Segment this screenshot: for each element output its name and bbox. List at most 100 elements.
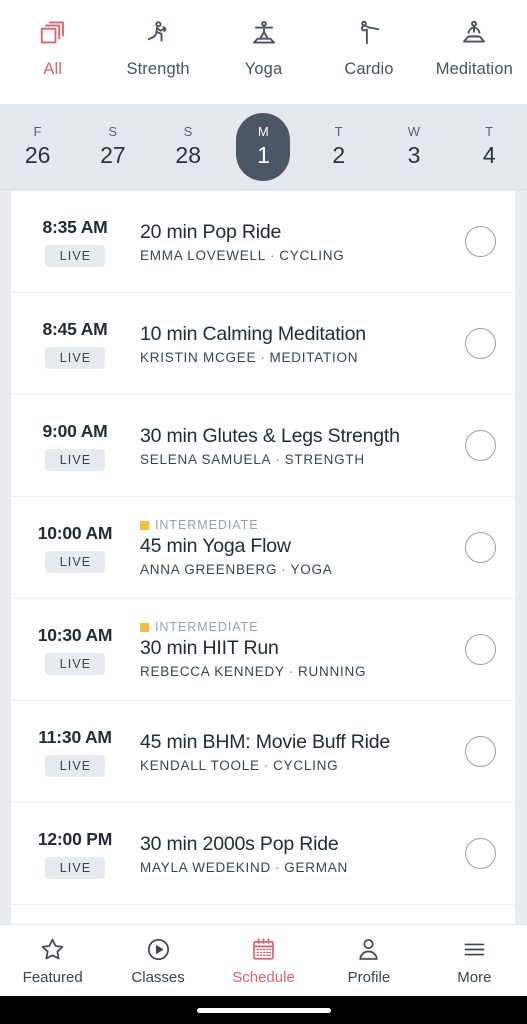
- date-item-27[interactable]: S 27: [75, 113, 150, 181]
- class-time-column: 12:00 PM LIVE: [25, 829, 125, 879]
- date-pill: T4: [462, 113, 516, 181]
- meta-separator: ·: [275, 859, 281, 875]
- class-instructor: ANNA GREENBERG: [140, 562, 278, 577]
- class-select-circle[interactable]: [464, 430, 496, 461]
- tab-label: Featured: [22, 968, 83, 986]
- class-select-circle[interactable]: [464, 328, 496, 359]
- category-strength[interactable]: Strength: [105, 13, 210, 79]
- date-weekday: T: [334, 124, 343, 139]
- live-badge: LIVE: [44, 652, 106, 675]
- class-discipline: MEDITATION: [269, 349, 359, 365]
- class-info: 45 min BHM: Movie Buff Ride KENDALL TOOLE…: [125, 731, 445, 773]
- class-title: 30 min 2000s Pop Ride: [140, 832, 339, 855]
- date-item-28[interactable]: S 28: [151, 113, 226, 181]
- difficulty-label: INTERMEDIATE: [155, 518, 259, 532]
- bottom-tab-bar: Featured Classes Schedule Profile More: [0, 924, 527, 996]
- class-discipline: CYCLING: [279, 247, 345, 263]
- class-info: 20 min Pop Ride EMMA LOVEWELL · CYCLING: [125, 221, 445, 263]
- class-info: INTERMEDIATE 45 min Yoga Flow ANNA GREENBE…: [125, 518, 445, 577]
- date-weekday: F: [33, 124, 42, 139]
- star-icon: [39, 936, 66, 964]
- date-number: 3: [407, 142, 421, 168]
- class-time: 8:35 AM: [42, 216, 108, 237]
- class-time-column: 10:00 AM LIVE: [25, 523, 125, 573]
- hamburger-icon: [461, 936, 488, 964]
- date-number: 27: [100, 142, 126, 168]
- home-indicator-area: [0, 996, 527, 1024]
- tab-featured[interactable]: Featured: [0, 936, 105, 986]
- class-list: 8:35 AM LIVE 20 min Pop Ride EMMA LOVEWELL ·…: [11, 190, 515, 924]
- class-time-column: 8:45 AM LIVE: [25, 319, 125, 369]
- class-info: 30 min 2000s Pop Ride MAYLA WEDEKIND · GERM…: [125, 833, 445, 875]
- class-select-circle[interactable]: [464, 736, 496, 767]
- meta-separator: ·: [263, 757, 270, 773]
- tab-label: Profile: [347, 968, 391, 986]
- difficulty-dot-icon: [140, 520, 149, 530]
- class-action-column: [445, 736, 515, 767]
- class-select-circle[interactable]: [464, 634, 496, 665]
- class-action-column: [445, 838, 515, 869]
- class-row[interactable]: 10:00 AM LIVE INTERMEDIATE 45 min Yoga Flow…: [11, 497, 515, 599]
- date-item-26[interactable]: F 26: [0, 113, 75, 181]
- category-label: Yoga: [244, 60, 283, 78]
- class-select-circle[interactable]: [464, 838, 496, 869]
- meta-separator: ·: [270, 247, 276, 263]
- tab-classes[interactable]: Classes: [105, 936, 210, 986]
- date-item-4[interactable]: T4: [452, 113, 527, 181]
- class-action-column: [445, 328, 515, 359]
- category-all[interactable]: All: [0, 13, 105, 79]
- category-cardio[interactable]: Cardio: [316, 13, 421, 79]
- yoga-warrior-icon: [249, 13, 279, 53]
- date-number: 28: [175, 142, 201, 168]
- calendar-icon: [250, 936, 277, 964]
- class-meta: REBECCA KENNEDY · RUNNING: [140, 664, 445, 679]
- home-indicator: [196, 1007, 331, 1013]
- difficulty-badge: INTERMEDIATE: [140, 518, 445, 532]
- category-yoga[interactable]: Yoga: [211, 13, 316, 79]
- class-time-column: 11:30 AM LIVE: [25, 727, 125, 777]
- class-discipline: CYCLING: [273, 757, 339, 773]
- tab-schedule[interactable]: Schedule: [211, 936, 316, 986]
- category-label: Meditation: [435, 60, 513, 78]
- class-instructor: MAYLA WEDEKIND: [140, 859, 272, 875]
- difficulty-dot-icon: [140, 622, 149, 632]
- date-item-1[interactable]: M1: [226, 112, 301, 181]
- class-row[interactable]: 9:00 AM LIVE 30 min Glutes & Legs Strength…: [11, 395, 515, 497]
- class-instructor: KENDALL TOOLE: [140, 757, 260, 773]
- class-row[interactable]: 8:45 AM LIVE 10 min Calming Meditation KRIS…: [11, 293, 515, 395]
- date-weekday: S: [108, 124, 118, 139]
- live-badge: LIVE: [44, 448, 106, 471]
- category-label: Cardio: [344, 60, 394, 78]
- class-meta: KRISTIN MCGEE · MEDITATION: [140, 350, 445, 365]
- class-discipline: STRENGTH: [284, 451, 365, 467]
- class-row[interactable]: 11:30 AM LIVE 45 min BHM: Movie Buff Ride K…: [11, 701, 515, 803]
- date-number: 1: [257, 142, 270, 168]
- class-row[interactable]: 8:35 AM LIVE 20 min Pop Ride EMMA LOVEWELL ·…: [11, 191, 515, 293]
- date-pill: S 28: [161, 113, 215, 181]
- person-icon: [355, 936, 382, 964]
- class-row[interactable]: 10:30 AM LIVE INTERMEDIATE 30 min HIIT Run R…: [11, 599, 515, 701]
- meta-separator: ·: [260, 349, 266, 365]
- date-selector-strip[interactable]: F 26 S 27 S 28 M 1 T 2 W 3 T 4: [0, 104, 527, 190]
- date-pill: T2: [312, 113, 366, 181]
- category-meditation[interactable]: Meditation: [422, 13, 527, 79]
- class-title: 45 min BHM: Movie Buff Ride: [140, 730, 391, 753]
- difficulty-badge: INTERMEDIATE: [140, 620, 445, 634]
- live-badge: LIVE: [44, 754, 106, 777]
- live-badge: LIVE: [44, 346, 106, 369]
- date-item-3[interactable]: W3: [376, 113, 451, 181]
- category-label: All: [43, 60, 63, 78]
- class-title: 30 min Glutes & Legs Strength: [140, 424, 400, 447]
- date-item-2[interactable]: T2: [301, 113, 376, 181]
- tab-profile[interactable]: Profile: [316, 936, 421, 986]
- class-select-circle[interactable]: [464, 226, 496, 257]
- class-row[interactable]: 12:00 PM LIVE 30 min 2000s Pop Ride MAYLA W…: [11, 803, 515, 905]
- class-title: 20 min Pop Ride: [140, 220, 282, 243]
- class-select-circle[interactable]: [464, 532, 496, 563]
- class-info: 30 min Glutes & Legs Strength SELENA SAMU…: [125, 425, 445, 467]
- class-instructor: SELENA SAMUELA: [140, 451, 272, 467]
- cardio-kick-icon: [354, 13, 384, 53]
- meta-separator: ·: [275, 451, 281, 467]
- class-title: 45 min Yoga Flow: [140, 535, 291, 557]
- tab-more[interactable]: More: [422, 936, 527, 986]
